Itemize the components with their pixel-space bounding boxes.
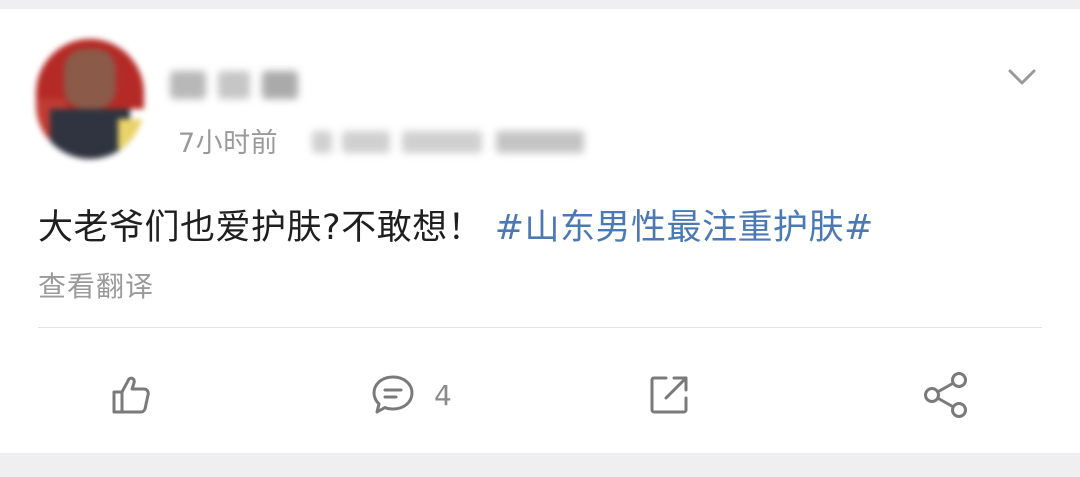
like-button[interactable]	[108, 369, 154, 421]
hashtag-link[interactable]: #山东男性最注重护肤#	[495, 208, 874, 248]
username-redacted[interactable]	[170, 63, 302, 107]
comment-count: 4	[434, 378, 452, 412]
source-redacted	[312, 119, 588, 163]
thumbs-up-icon	[108, 372, 154, 418]
action-bar: 4	[0, 339, 1080, 449]
repost-button[interactable]	[646, 369, 692, 421]
post-content: 大老爷们也爱护肤?不敢想！ #山东男性最注重护肤#	[38, 199, 874, 250]
translate-link[interactable]: 查看翻译	[38, 265, 154, 305]
post-body-text: 大老爷们也爱护肤?不敢想！	[38, 208, 484, 248]
chevron-down-icon[interactable]	[1004, 59, 1040, 95]
share-button[interactable]	[922, 369, 970, 421]
comment-button[interactable]: 4	[370, 369, 452, 421]
post-time: 7小时前	[178, 128, 279, 159]
external-share-icon	[646, 372, 692, 418]
post-card: 7小时前 大老爷们也爱护肤?不敢想！ #山东男性最注重护肤# 查看翻译 4	[0, 9, 1080, 453]
user-avatar[interactable]	[36, 39, 144, 159]
comment-bubble-icon	[370, 372, 416, 418]
divider	[38, 327, 1042, 328]
share-nodes-icon	[922, 371, 970, 419]
